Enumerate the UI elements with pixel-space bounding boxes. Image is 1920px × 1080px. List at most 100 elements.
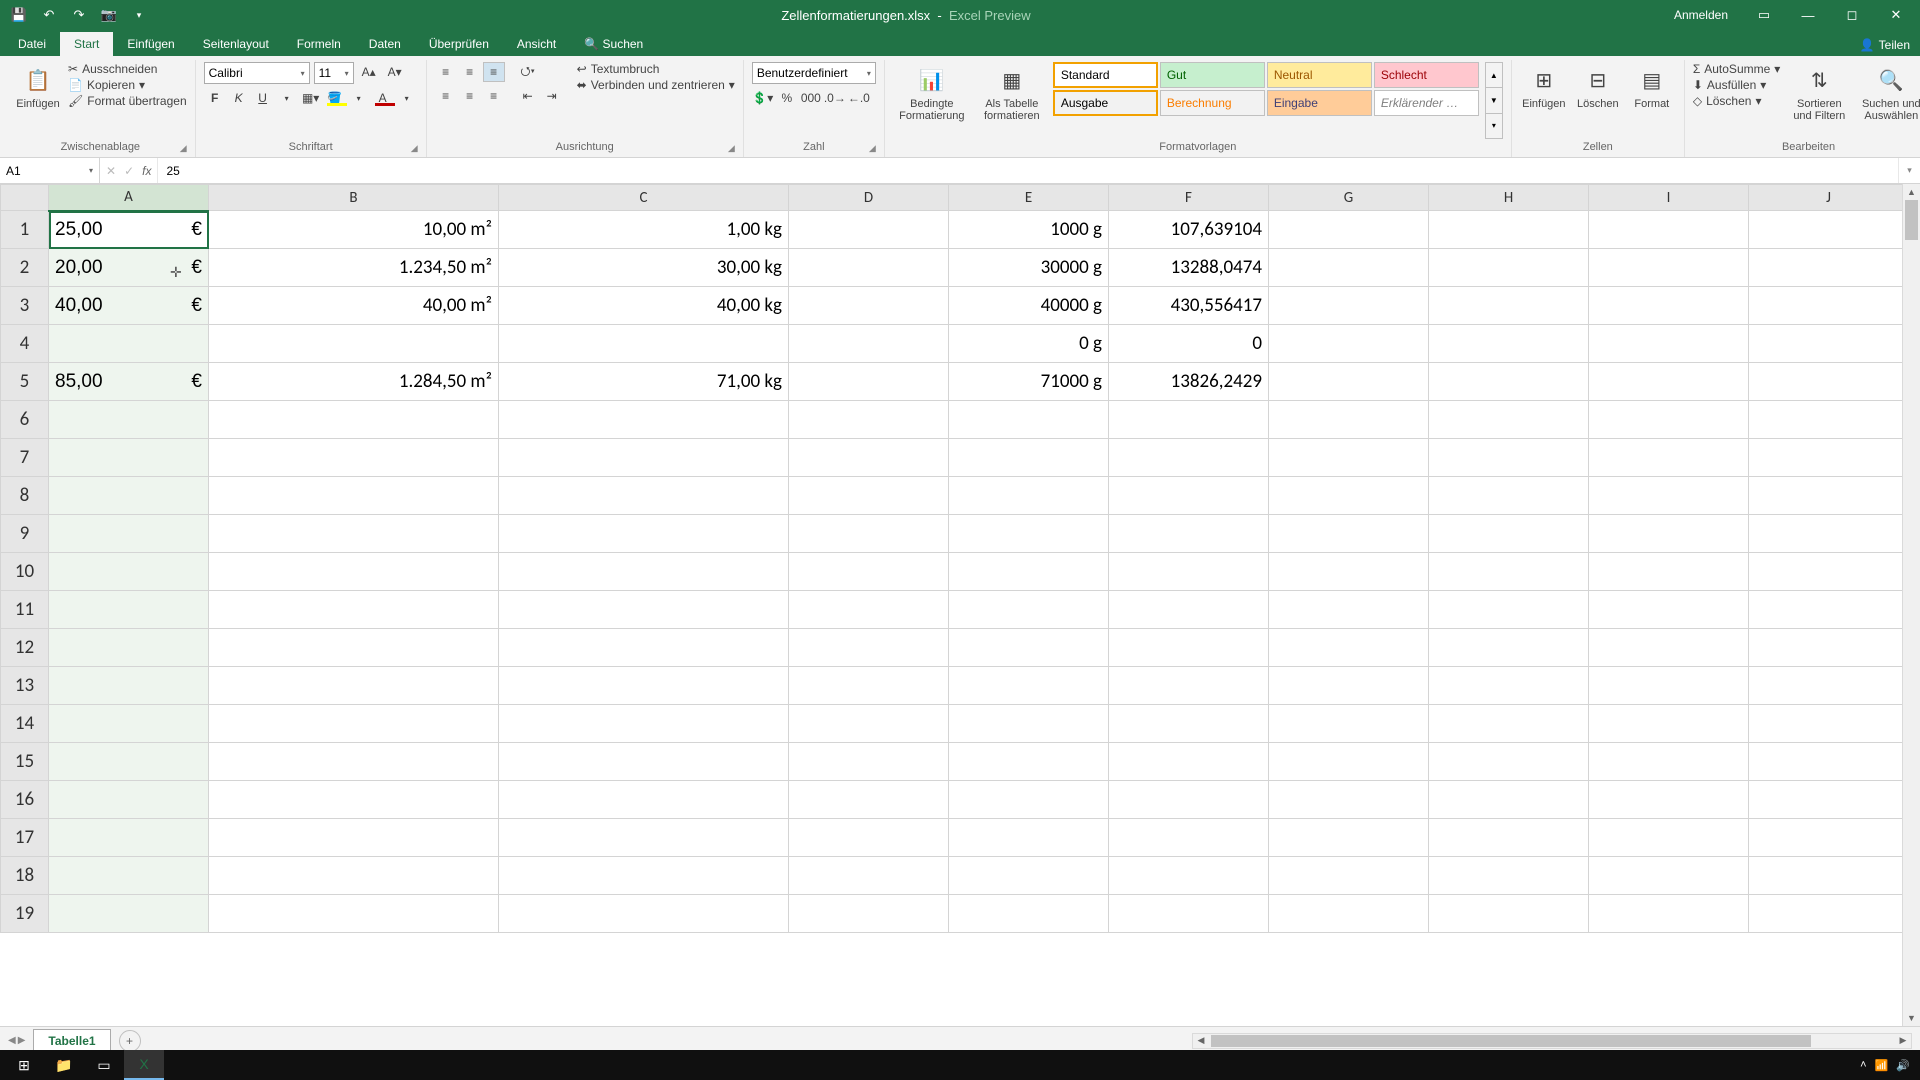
- cell[interactable]: [789, 591, 949, 629]
- cell[interactable]: [1429, 325, 1589, 363]
- column-header[interactable]: C: [499, 185, 789, 211]
- cell[interactable]: [949, 819, 1109, 857]
- cell[interactable]: 40,00€: [49, 287, 209, 325]
- bold-icon[interactable]: F: [204, 88, 226, 108]
- cell[interactable]: [1109, 401, 1269, 439]
- start-icon[interactable]: ⊞: [4, 1050, 44, 1080]
- percent-icon[interactable]: %: [776, 88, 798, 108]
- cell[interactable]: [1269, 401, 1429, 439]
- cell[interactable]: 430,556417: [1109, 287, 1269, 325]
- cell[interactable]: [1109, 743, 1269, 781]
- dialog-launcher-icon[interactable]: ◢: [728, 143, 735, 154]
- cell[interactable]: [1589, 287, 1749, 325]
- add-sheet-icon[interactable]: +: [119, 1030, 141, 1052]
- cell[interactable]: [1749, 591, 1909, 629]
- cell[interactable]: [499, 895, 789, 933]
- tab-search[interactable]: 🔍 Suchen: [570, 32, 657, 56]
- cell[interactable]: [209, 781, 499, 819]
- share-button[interactable]: 👤 Teilen: [1860, 38, 1920, 56]
- cell[interactable]: [1269, 249, 1429, 287]
- sheet-tab[interactable]: Tabelle1: [33, 1029, 110, 1052]
- row-header[interactable]: 17: [1, 819, 49, 857]
- row-header[interactable]: 15: [1, 743, 49, 781]
- row-header[interactable]: 10: [1, 553, 49, 591]
- cell[interactable]: [499, 477, 789, 515]
- delete-cells-button[interactable]: ⊟Löschen: [1574, 62, 1622, 139]
- cell[interactable]: [1589, 895, 1749, 933]
- cell[interactable]: 10,00 m²: [209, 211, 499, 249]
- comma-icon[interactable]: 000: [800, 88, 822, 108]
- sort-filter-button[interactable]: ⇅Sortieren und Filtern: [1786, 62, 1852, 139]
- insert-function-icon[interactable]: fx: [142, 164, 151, 178]
- scroll-thumb[interactable]: [1211, 1035, 1811, 1047]
- cell[interactable]: [1589, 439, 1749, 477]
- cell[interactable]: [949, 667, 1109, 705]
- scroll-thumb[interactable]: [1905, 200, 1918, 240]
- column-header[interactable]: D: [789, 185, 949, 211]
- cell[interactable]: [1749, 553, 1909, 591]
- cell[interactable]: [949, 705, 1109, 743]
- scroll-up-icon[interactable]: ▲: [1903, 184, 1920, 200]
- cell[interactable]: [1589, 819, 1749, 857]
- tab-layout[interactable]: Seitenlayout: [189, 32, 283, 56]
- row-header[interactable]: 11: [1, 591, 49, 629]
- paste-button[interactable]: 📋Einfügen: [14, 62, 62, 139]
- cell[interactable]: [1749, 629, 1909, 667]
- qat-more-icon[interactable]: ▾: [128, 4, 150, 26]
- copy-button[interactable]: 📄 Kopieren ▾: [68, 78, 187, 92]
- cell[interactable]: 1.284,50 m²: [209, 363, 499, 401]
- cell[interactable]: [789, 781, 949, 819]
- cell[interactable]: [1269, 211, 1429, 249]
- cell[interactable]: [949, 629, 1109, 667]
- row-header[interactable]: 9: [1, 515, 49, 553]
- redo-icon[interactable]: ↷: [68, 4, 90, 26]
- cell[interactable]: [789, 401, 949, 439]
- row-header[interactable]: 12: [1, 629, 49, 667]
- column-header[interactable]: G: [1269, 185, 1429, 211]
- cell[interactable]: [1429, 439, 1589, 477]
- cell[interactable]: [789, 477, 949, 515]
- cell[interactable]: [1269, 439, 1429, 477]
- cell[interactable]: [499, 667, 789, 705]
- column-header[interactable]: A: [49, 185, 209, 211]
- save-icon[interactable]: 💾: [8, 4, 30, 26]
- spreadsheet-grid[interactable]: ABCDEFGHIJ125,00€10,00 m²1,00 kg1000 g10…: [0, 184, 1920, 1026]
- indent-decrease-icon[interactable]: ⇤: [517, 86, 539, 106]
- number-format-combo[interactable]: Benutzerdefiniert▾: [752, 62, 876, 84]
- volume-icon[interactable]: 🔊: [1896, 1059, 1910, 1072]
- align-top-icon[interactable]: ≡: [435, 62, 457, 82]
- format-table-button[interactable]: ▦Als Tabelle formatieren: [977, 62, 1047, 139]
- row-header[interactable]: 13: [1, 667, 49, 705]
- wrap-text-button[interactable]: ↩ Textumbruch: [577, 62, 735, 76]
- cell[interactable]: 20,00€: [49, 249, 209, 287]
- expand-formula-bar-icon[interactable]: ▾: [1898, 158, 1920, 183]
- network-icon[interactable]: 📶: [1875, 1059, 1889, 1072]
- undo-icon[interactable]: ↶: [38, 4, 60, 26]
- cell[interactable]: [49, 591, 209, 629]
- cell[interactable]: 30,00 kg: [499, 249, 789, 287]
- style-ausgabe[interactable]: Ausgabe: [1053, 90, 1158, 116]
- cell[interactable]: [789, 363, 949, 401]
- cell[interactable]: [1429, 287, 1589, 325]
- cell[interactable]: [499, 515, 789, 553]
- cell[interactable]: [1269, 857, 1429, 895]
- cell[interactable]: [1109, 895, 1269, 933]
- cell[interactable]: [1589, 325, 1749, 363]
- column-header[interactable]: H: [1429, 185, 1589, 211]
- cell[interactable]: [1429, 515, 1589, 553]
- cell[interactable]: [1589, 363, 1749, 401]
- scroll-left-icon[interactable]: ◀: [1193, 1034, 1209, 1048]
- tray-up-icon[interactable]: ˄: [1860, 1059, 1866, 1071]
- dialog-launcher-icon[interactable]: ◢: [869, 143, 876, 154]
- cell[interactable]: [499, 743, 789, 781]
- cell[interactable]: 40,00 m²: [209, 287, 499, 325]
- cell[interactable]: 1.234,50 m²: [209, 249, 499, 287]
- fill-button[interactable]: ⬇ Ausfüllen ▾: [1693, 78, 1780, 92]
- tab-file[interactable]: Datei: [4, 32, 60, 56]
- align-middle-icon[interactable]: ≡: [459, 62, 481, 82]
- scroll-down-icon[interactable]: ▼: [1903, 1010, 1920, 1026]
- cell[interactable]: [1749, 667, 1909, 705]
- cell[interactable]: 0 g: [949, 325, 1109, 363]
- cell[interactable]: [949, 895, 1109, 933]
- align-right-icon[interactable]: ≡: [483, 86, 505, 106]
